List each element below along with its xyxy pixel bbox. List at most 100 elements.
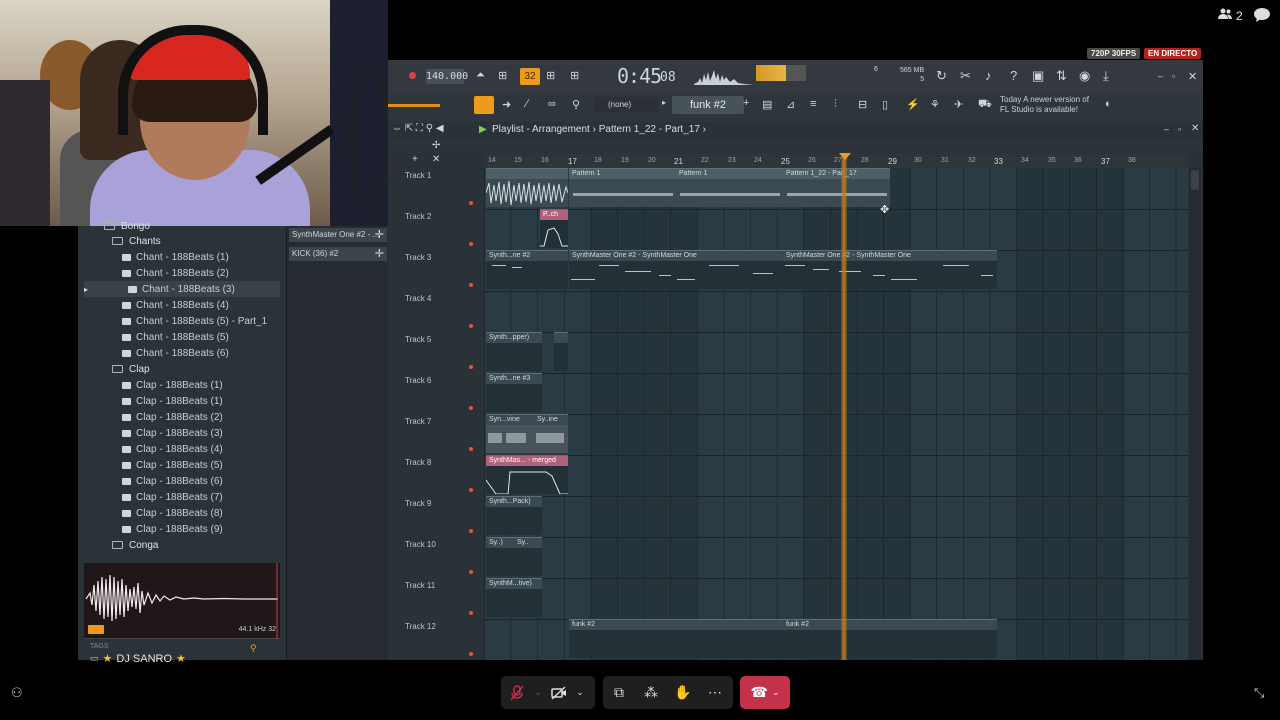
link-icon[interactable]: ∞: [548, 98, 556, 110]
playlist-close-icon[interactable]: ✕: [1191, 123, 1199, 134]
browser-file[interactable]: Clap - 188Beats (8): [84, 505, 280, 521]
track-label[interactable]: Track 5: [405, 335, 431, 344]
more-options-icon[interactable]: ⋯: [699, 676, 731, 709]
pattern-clip[interactable]: Pattern 1: [676, 168, 783, 207]
track-label[interactable]: Track 8: [405, 458, 431, 467]
tempo-tap-icon[interactable]: ⚘: [930, 98, 940, 111]
add-track-icon[interactable]: +: [412, 154, 418, 165]
mixer-icon[interactable]: ⫶: [834, 98, 837, 111]
pattern-clip[interactable]: Sy..ine: [534, 414, 568, 453]
song-time[interactable]: 0:45: [617, 64, 662, 88]
track-label[interactable]: Track 2: [405, 212, 431, 221]
track-mute-led[interactable]: [469, 406, 473, 410]
chat-icon[interactable]: [1254, 8, 1270, 22]
sample-waveform-preview[interactable]: 44.1 kHz 32: [84, 563, 280, 639]
mic-icon[interactable]: ♪: [985, 68, 992, 83]
maximize-icon[interactable]: ▫: [1172, 71, 1175, 81]
track-label[interactable]: Track 7: [405, 417, 431, 426]
tools-icon[interactable]: ✈: [954, 98, 963, 111]
browser-file[interactable]: Clap - 188Beats (6): [84, 473, 280, 489]
track-label[interactable]: Track 11: [405, 581, 435, 590]
pattern-clip[interactable]: Synth...ne #3: [486, 373, 542, 412]
pattern-clip[interactable]: Sy..: [514, 537, 542, 576]
mic-options-chevron-icon[interactable]: ⌄: [533, 676, 543, 709]
pattern-clip[interactable]: Pattern 1_22 - Part_17: [783, 168, 890, 207]
browser-file[interactable]: Chant - 188Beats (5): [84, 329, 280, 345]
scrollbar-thumb[interactable]: [1191, 170, 1199, 190]
playlist-maximize-icon[interactable]: ▫: [1178, 124, 1181, 134]
snap-selector[interactable]: (none): [594, 97, 658, 112]
track-mute-led[interactable]: [469, 488, 473, 492]
add-person-icon[interactable]: ⚇: [11, 685, 23, 701]
channel-item[interactable]: KICK (36) #2 ✛: [289, 247, 387, 261]
browser-file[interactable]: Chant - 188Beats (5) - Part_1: [84, 313, 280, 329]
browser-folder[interactable]: Bongo: [84, 218, 280, 234]
cut-icon[interactable]: ✂: [960, 68, 971, 84]
pattern-clip[interactable]: [554, 332, 568, 371]
shop-icon[interactable]: ⛟: [978, 98, 992, 112]
plugin-icon[interactable]: ⚡: [906, 98, 920, 111]
browser-folder[interactable]: Clap: [84, 361, 280, 377]
browser-folder[interactable]: Chants: [84, 233, 280, 249]
playlist-minimize-icon[interactable]: –: [1164, 124, 1169, 134]
help-icon[interactable]: ?: [1010, 68, 1017, 83]
browser-file[interactable]: Chant - 188Beats (6): [84, 345, 280, 361]
pattern-clip[interactable]: Sy..): [486, 537, 514, 576]
playlist-nav-icon[interactable]: ⇔ ⇱ ⛶ ⚲ ◀: [392, 123, 444, 134]
fullscreen-icon[interactable]: ⤡: [1254, 685, 1264, 701]
automation-clip[interactable]: SynthMas... - merged: [486, 455, 568, 494]
vertical-scrollbar[interactable]: [1189, 168, 1201, 660]
playhead-marker[interactable]: [839, 153, 851, 160]
preview-play-icon[interactable]: [88, 625, 104, 634]
browser-icon[interactable]: ▯: [882, 98, 888, 111]
news-panel[interactable]: Today A newer version of FL Studio is ava…: [1000, 95, 1089, 115]
track-mute-led[interactable]: [469, 529, 473, 533]
step-edit-button[interactable]: 32: [520, 68, 540, 85]
browser-file[interactable]: Clap - 188Beats (5): [84, 457, 280, 473]
render-icon[interactable]: ⇅: [1056, 68, 1067, 84]
pattern-prev-icon[interactable]: ▸: [662, 98, 666, 107]
arrow-right-icon[interactable]: ➜: [502, 98, 511, 111]
pattern-clip[interactable]: Synth...ne #2: [486, 250, 568, 289]
pattern-clip[interactable]: Synth...pper): [486, 332, 542, 371]
track-mute-led[interactable]: [469, 447, 473, 451]
track-label[interactable]: Track 9: [405, 499, 431, 508]
browser-file[interactable]: Clap - 188Beats (7): [84, 489, 280, 505]
browser-file[interactable]: Clap - 188Beats (3): [84, 425, 280, 441]
wait-icon[interactable]: ⊞: [498, 69, 507, 82]
piano-roll-button[interactable]: [474, 96, 494, 114]
pattern-clip[interactable]: SynthMaster One #2 - SynthMaster One: [569, 250, 783, 289]
minimize-icon[interactable]: –: [1158, 71, 1163, 81]
browser-file[interactable]: Clap - 188Beats (4): [84, 441, 280, 457]
track-mute-led[interactable]: [469, 570, 473, 574]
automation-clip[interactable]: P..ch: [540, 209, 568, 248]
pattern-clip[interactable]: funk #2: [569, 619, 783, 658]
speech-icon[interactable]: ◉: [1079, 68, 1090, 84]
info-icon[interactable]: ◐: [1105, 98, 1112, 110]
pattern-clip[interactable]: Syn...vine: [486, 414, 534, 453]
browser-file[interactable]: Clap - 188Beats (9): [84, 521, 280, 537]
master-volume-slider[interactable]: [388, 104, 440, 107]
share-screen-icon[interactable]: ⧉: [603, 676, 635, 709]
record-button[interactable]: [409, 72, 416, 79]
apps-icon[interactable]: ⁂: [635, 676, 667, 709]
browser-folder[interactable]: Conga: [84, 537, 280, 553]
save-icon[interactable]: ▣: [1032, 68, 1044, 84]
raise-hand-icon[interactable]: ✋: [667, 676, 699, 709]
track-label[interactable]: Track 4: [405, 294, 431, 303]
track-mute-led[interactable]: [469, 201, 473, 205]
metronome-icon[interactable]: ⏶: [476, 69, 485, 82]
tempo-display[interactable]: 140.000: [426, 69, 468, 84]
step-seq-icon[interactable]: ⊿: [786, 98, 795, 111]
loop-record-icon[interactable]: ⊞: [570, 69, 579, 82]
mic-off-icon[interactable]: [501, 676, 533, 709]
browser-file[interactable]: Chant - 188Beats (1): [84, 249, 280, 265]
browser-file[interactable]: Clap - 188Beats (1): [84, 377, 280, 393]
browser-file-selected[interactable]: ▸ Chant - 188Beats (3): [84, 281, 280, 297]
track-label[interactable]: Track 1: [405, 171, 431, 180]
participants-indicator[interactable]: 2: [1218, 8, 1243, 23]
timeline-ruler[interactable]: 14 15 16 17 18 19 20 21 22 23 24 25 26 2…: [484, 154, 1188, 168]
track-mute-led[interactable]: [469, 611, 473, 615]
piano-roll-icon[interactable]: ≡: [810, 98, 816, 110]
browser-file[interactable]: Clap - 188Beats (2): [84, 409, 280, 425]
